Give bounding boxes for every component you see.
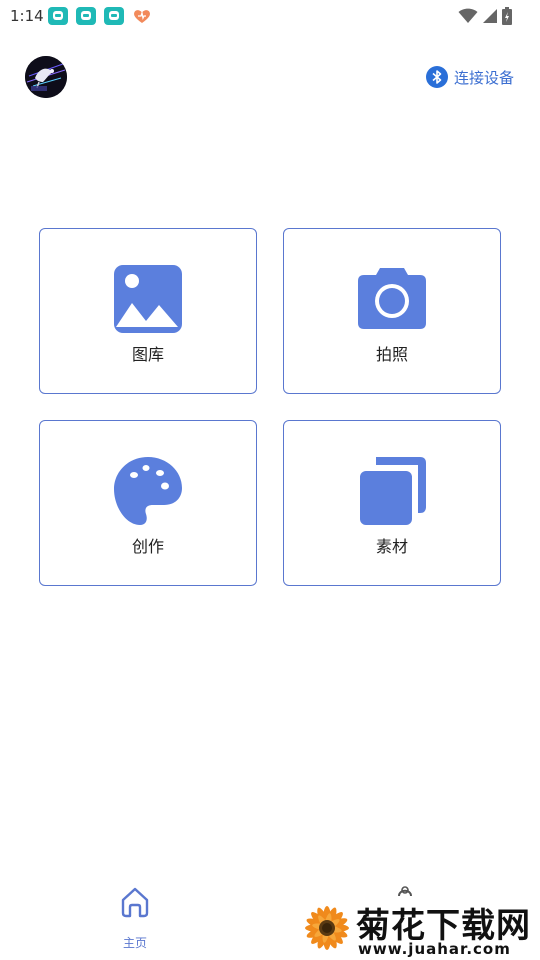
copy-layers-icon [360,457,426,525]
connect-device-button[interactable]: 连接设备 [425,66,514,88]
connect-device-label: 连接设备 [453,68,514,87]
watermark-url: www.juahar.com [358,940,511,958]
avatar[interactable] [25,56,67,98]
nav-home-tab[interactable]: 主页 [104,886,166,950]
status-time: 1:14 [10,7,44,25]
home-icon [121,887,149,918]
status-bar: 1:14 [0,0,540,32]
battery-charging-icon [502,7,512,25]
profile-avatar-image [25,56,67,98]
cellular-signal-icon [483,9,497,23]
nav-home-label: 主页 [122,936,147,950]
gallery-image-icon [114,265,182,333]
chrysanthemum-flower-logo [305,906,349,950]
material-card[interactable]: 素材 [283,420,501,586]
heart-notification-icon [132,7,152,25]
material-label: 素材 [375,537,408,556]
camera-card[interactable]: 拍照 [283,228,501,394]
app-notification-icon [76,7,96,25]
create-label: 创作 [131,537,164,556]
create-card[interactable]: 创作 [39,420,257,586]
app-notification-icon [104,7,124,25]
watermark: 菊花下载网 www.juahar.com [296,896,540,960]
system-icons [458,6,512,26]
gallery-card[interactable]: 图库 [39,228,257,394]
camera-icon [358,268,426,329]
wifi-icon [458,8,478,23]
gallery-label: 图库 [131,345,164,364]
palette-icon [114,457,182,525]
bluetooth-icon [425,66,448,88]
camera-label: 拍照 [375,345,408,364]
app-notification-icon [48,7,68,25]
